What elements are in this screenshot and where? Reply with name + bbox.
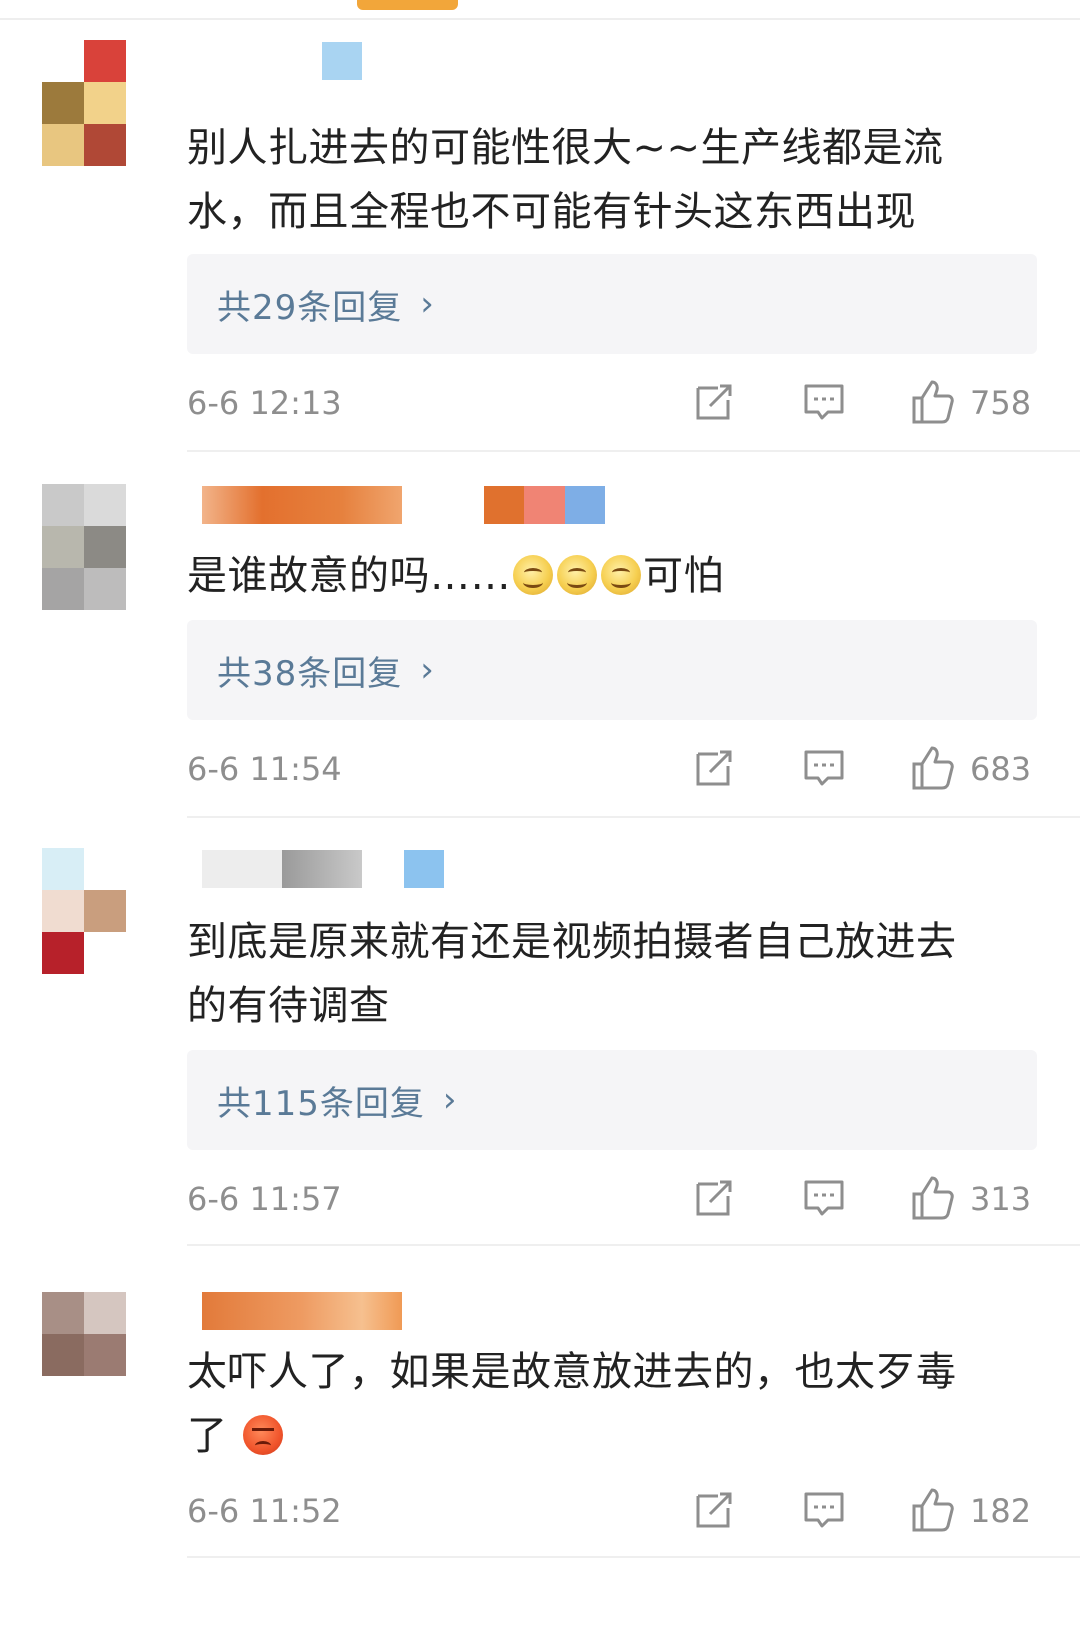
comment-meta: 6-6 11:57 313: [187, 1174, 1037, 1224]
username-blurred[interactable]: [202, 850, 362, 888]
thumbs-up-icon[interactable]: [908, 378, 956, 426]
username-blurred[interactable]: [202, 486, 402, 524]
avatar[interactable]: [42, 848, 126, 974]
angry-emoji: [242, 1415, 283, 1455]
comment-divider: [187, 1556, 1080, 1558]
view-replies-button[interactable]: 共38条回复 ›: [187, 620, 1037, 720]
like-count: 758: [970, 384, 1032, 422]
smile-emoji: [513, 555, 553, 595]
timestamp: 6-6 11:57: [187, 1180, 342, 1218]
username-blurred[interactable]: [322, 42, 362, 80]
view-replies-button[interactable]: 共115条回复 ›: [187, 1050, 1037, 1150]
comment-text: 是谁故意的吗…… 可怕: [187, 553, 724, 599]
avatar[interactable]: [42, 1292, 126, 1376]
avatar[interactable]: [42, 40, 126, 166]
comment-divider: [187, 816, 1080, 818]
like-count: 683: [970, 750, 1032, 788]
timestamp: 6-6 12:13: [187, 384, 342, 422]
thumbs-up-icon[interactable]: [908, 744, 956, 792]
timestamp: 6-6 11:52: [187, 1492, 342, 1530]
comment-divider: [187, 450, 1080, 452]
comment-meta: 6-6 12:13 758: [187, 378, 1037, 428]
timestamp: 6-6 11:54: [187, 750, 342, 788]
username-blurred[interactable]: [202, 1292, 402, 1330]
comment-icon[interactable]: [800, 1486, 848, 1534]
chevron-right-icon: ›: [420, 284, 434, 324]
comment-meta: 6-6 11:52 182: [187, 1486, 1037, 1536]
comment-text: 太吓人了，如果是故意放进去的，也太歹毒 了: [187, 1349, 957, 1459]
comment-meta: 6-6 11:54 683: [187, 744, 1037, 794]
comment-icon[interactable]: [800, 378, 848, 426]
comment-text: 别人扎进去的可能性很大~~生产线都是流 水，而且全程也不可能有针头这东西出现: [187, 125, 944, 235]
chevron-right-icon: ›: [442, 1080, 457, 1120]
header-divider: [0, 18, 1080, 20]
thumbs-up-icon[interactable]: [908, 1486, 956, 1534]
user-badge-blurred: [404, 850, 444, 888]
repost-icon[interactable]: [690, 378, 738, 426]
repost-icon[interactable]: [690, 1486, 738, 1534]
comment-icon[interactable]: [800, 744, 848, 792]
chevron-right-icon: ›: [420, 650, 434, 690]
repost-icon[interactable]: [690, 744, 738, 792]
smile-emoji: [601, 555, 641, 595]
comment-text: 到底是原来就有还是视频拍摄者自己放进去 的有待调查: [187, 919, 957, 1029]
comment-divider: [187, 1244, 1080, 1246]
user-badge-blurred: [484, 486, 605, 524]
like-count: 182: [970, 1492, 1032, 1530]
like-count: 313: [970, 1180, 1032, 1218]
comment-icon[interactable]: [800, 1174, 848, 1222]
smile-emoji: [557, 555, 597, 595]
thumbs-up-icon[interactable]: [908, 1174, 956, 1222]
view-replies-button[interactable]: 共29条回复 ›: [187, 254, 1037, 354]
avatar[interactable]: [42, 484, 126, 610]
active-tab-indicator: [357, 0, 458, 10]
repost-icon[interactable]: [690, 1174, 738, 1222]
